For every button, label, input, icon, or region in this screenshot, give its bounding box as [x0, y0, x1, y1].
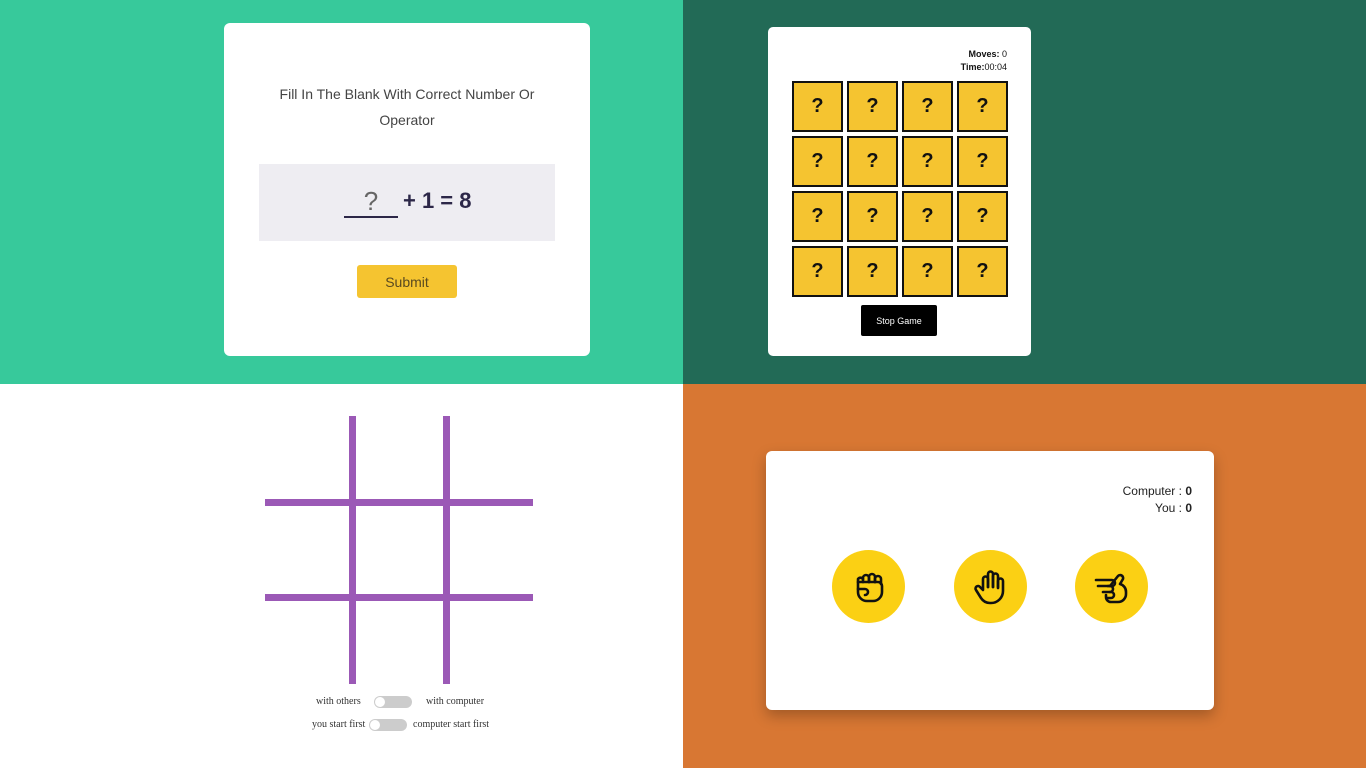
- math-question-title: Fill In The Blank With Correct Number Or…: [279, 86, 535, 128]
- moves-label: Moves:: [968, 49, 1000, 59]
- memory-stats: Moves: 0 Time:00:04: [961, 48, 1007, 74]
- memory-game-panel: Moves: 0 Time:00:04 ? ? ? ? ? ? ? ? ? ? …: [683, 0, 1366, 384]
- memory-tile[interactable]: ?: [847, 81, 898, 132]
- memory-tile[interactable]: ?: [957, 136, 1008, 187]
- start-toggle[interactable]: [369, 719, 407, 731]
- memory-tile[interactable]: ?: [902, 191, 953, 242]
- memory-tile[interactable]: ?: [957, 246, 1008, 297]
- math-game-panel: Fill In The Blank With Correct Number Or…: [0, 0, 683, 384]
- grid-line-vertical: [443, 416, 450, 684]
- board-cell[interactable]: [265, 416, 349, 499]
- grid-line-vertical: [349, 416, 356, 684]
- time-value: 00:04: [984, 62, 1007, 72]
- submit-button[interactable]: Submit: [357, 265, 457, 298]
- rock-button[interactable]: [832, 550, 905, 623]
- math-answer-blank[interactable]: ?: [344, 186, 398, 218]
- memory-tile[interactable]: ?: [957, 191, 1008, 242]
- time-label: Time:: [960, 62, 985, 72]
- mode-right-label: with computer: [426, 696, 485, 707]
- memory-card: Moves: 0 Time:00:04 ? ? ? ? ? ? ? ? ? ? …: [768, 27, 1031, 356]
- rps-game-panel: Computer : 0 You : 0: [683, 384, 1366, 768]
- grid-line-horizontal: [265, 594, 533, 601]
- paper-icon: [973, 569, 1004, 604]
- start-left-label: you start first: [312, 719, 366, 730]
- board-cell[interactable]: [356, 506, 443, 594]
- board-cell[interactable]: [450, 601, 533, 684]
- moves-value: 0: [1001, 49, 1007, 59]
- memory-tile[interactable]: ?: [847, 191, 898, 242]
- math-equation-box: ? + 1 = 8: [259, 164, 555, 241]
- memory-grid: ? ? ? ? ? ? ? ? ? ? ? ? ? ? ? ?: [792, 81, 1008, 297]
- you-score: 0: [1185, 501, 1192, 515]
- mode-toggle[interactable]: [374, 696, 412, 708]
- board-cell[interactable]: [356, 601, 443, 684]
- rps-card: Computer : 0 You : 0: [766, 451, 1214, 710]
- you-label: You :: [1155, 501, 1182, 515]
- memory-tile[interactable]: ?: [847, 136, 898, 187]
- board-cell[interactable]: [265, 601, 349, 684]
- memory-tile[interactable]: ?: [957, 81, 1008, 132]
- board-cell[interactable]: [265, 506, 349, 594]
- board-cell[interactable]: [356, 416, 443, 499]
- scissors-button[interactable]: [1075, 550, 1148, 623]
- memory-tile[interactable]: ?: [792, 136, 843, 187]
- scissors-icon: [1094, 573, 1127, 603]
- mode-left-label: with others: [316, 696, 361, 707]
- memory-tile[interactable]: ?: [792, 81, 843, 132]
- grid-line-horizontal: [265, 499, 533, 506]
- memory-tile[interactable]: ?: [902, 246, 953, 297]
- memory-tile[interactable]: ?: [792, 191, 843, 242]
- start-right-label: computer start first: [413, 719, 490, 730]
- memory-tile[interactable]: ?: [792, 246, 843, 297]
- math-card: Fill In The Blank With Correct Number Or…: [224, 23, 590, 356]
- board-cell[interactable]: [450, 416, 533, 499]
- math-expression: + 1 = 8: [403, 188, 472, 213]
- memory-tile[interactable]: ?: [847, 246, 898, 297]
- computer-score: 0: [1185, 484, 1192, 498]
- board-cell[interactable]: [450, 506, 533, 594]
- paper-button[interactable]: [954, 550, 1027, 623]
- stop-game-button[interactable]: Stop Game: [861, 305, 937, 336]
- rock-icon: [856, 572, 883, 602]
- memory-tile[interactable]: ?: [902, 81, 953, 132]
- memory-tile[interactable]: ?: [902, 136, 953, 187]
- computer-label: Computer :: [1122, 484, 1182, 498]
- score-board: Computer : 0 You : 0: [1123, 483, 1192, 517]
- tic-tac-toe-panel: with others with computer you start firs…: [0, 384, 683, 768]
